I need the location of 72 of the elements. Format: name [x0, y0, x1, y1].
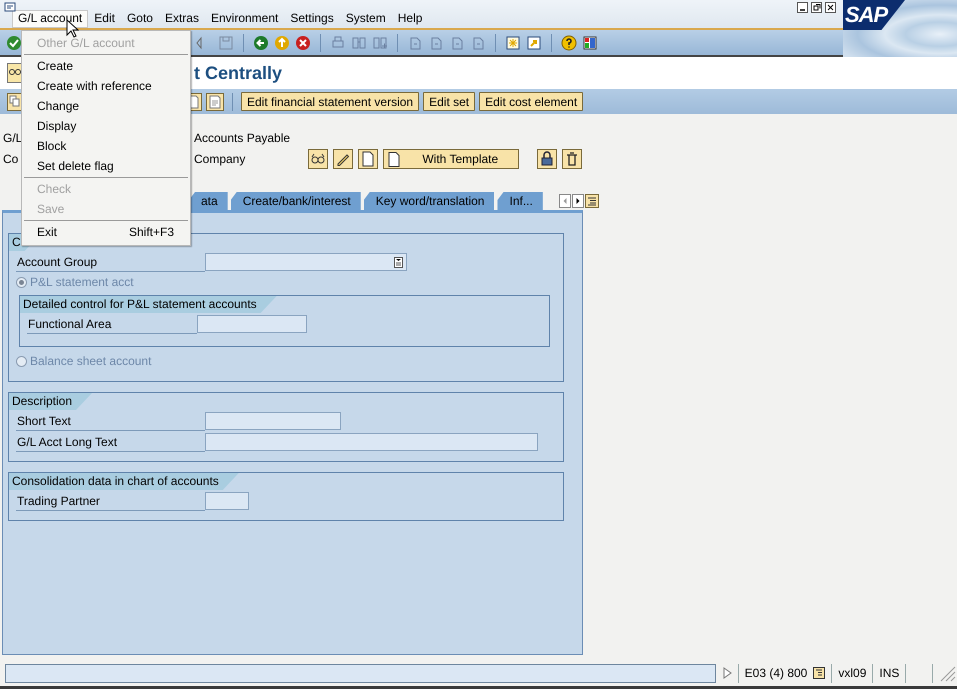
layout-icon[interactable]	[582, 34, 598, 50]
menu-item[interactable]: Edit	[88, 10, 121, 28]
sap-logo: SAP	[843, 0, 957, 57]
help-icon[interactable]	[561, 34, 577, 50]
input-mode: INS	[879, 664, 900, 682]
toolbar-button[interactable]: Edit cost element	[479, 92, 584, 111]
menu-item[interactable]: Help	[392, 10, 428, 28]
menu-option[interactable]: Set delete flag	[22, 156, 190, 176]
tab[interactable]: Inf...	[497, 192, 543, 210]
document-icon	[388, 152, 400, 166]
radio-label: Balance sheet account	[30, 354, 152, 368]
shortcut-icon[interactable]	[526, 34, 542, 50]
radio-label: P&L statement acct	[30, 275, 134, 289]
document-icon[interactable]	[358, 149, 378, 169]
menu-item[interactable]: Environment	[204, 10, 284, 28]
field-label: G/L Acct Long Text	[16, 432, 205, 452]
tab-list-icon[interactable]	[584, 194, 599, 208]
field-label: Functional Area	[27, 314, 197, 334]
glasses-icon[interactable]	[7, 63, 23, 83]
lock-icon[interactable]	[537, 149, 558, 169]
tab[interactable]: Key word/translation	[364, 192, 494, 210]
group-title: Detailed control for P&L statement accounts	[20, 296, 277, 313]
toolbar-button[interactable]: Edit financial statement version	[241, 92, 420, 111]
field-value: Accounts Payable	[194, 131, 290, 145]
menu-item[interactable]: G/L account	[12, 10, 88, 28]
minimize-icon[interactable]	[797, 2, 808, 13]
menu-option[interactable]: Block	[22, 136, 190, 156]
menu-item[interactable]: Extras	[158, 10, 205, 28]
triangle-icon[interactable]	[194, 34, 202, 50]
glasses-icon[interactable]	[308, 149, 328, 169]
dropdown-icon[interactable]	[394, 256, 403, 268]
system-info: E03 (4) 800	[744, 664, 808, 682]
page-title: t Centrally	[194, 62, 282, 84]
scroll-right-icon[interactable]	[572, 194, 584, 208]
expand-icon[interactable]	[722, 666, 732, 680]
template-button[interactable]: With Template	[383, 149, 520, 169]
input-field[interactable]	[205, 253, 407, 271]
input-field[interactable]	[205, 412, 341, 430]
info-icon[interactable]	[813, 667, 826, 679]
list-document-icon[interactable]	[206, 92, 224, 110]
restore-icon[interactable]	[811, 2, 822, 13]
new-session-icon[interactable]	[505, 34, 521, 50]
field-label: Co	[3, 152, 18, 166]
field-label: G/L	[3, 131, 22, 145]
copy-icon[interactable]	[7, 92, 23, 110]
menu-item[interactable]: Goto	[120, 10, 159, 28]
menu-option[interactable]: Change	[22, 96, 190, 116]
toolbar-button[interactable]: Edit set	[423, 92, 476, 111]
menu-item[interactable]: Settings	[284, 10, 340, 28]
input-field[interactable]	[205, 433, 538, 451]
enter-icon[interactable]	[6, 34, 22, 50]
field-value: Company	[194, 152, 246, 166]
menu-item[interactable]: System	[340, 10, 392, 28]
menu-option[interactable]: Display	[22, 116, 190, 136]
server-name: vxl09	[838, 664, 866, 682]
group-title: Description	[9, 393, 92, 410]
back-icon[interactable]	[253, 34, 269, 50]
field-label: Trading Partner	[16, 492, 205, 510]
group-title: Consolidation data in chart of accounts	[9, 473, 239, 490]
menu-option[interactable]: Create with reference	[22, 76, 190, 96]
field-label: Short Text	[16, 412, 205, 430]
tab[interactable]: Create/bank/interest	[230, 192, 361, 210]
field-label: Account Group	[16, 252, 205, 272]
close-icon[interactable]	[825, 2, 836, 13]
input-field[interactable]	[197, 315, 307, 333]
trash-icon[interactable]	[562, 149, 582, 169]
menu-option[interactable]: Create	[22, 56, 190, 76]
cancel-icon[interactable]	[295, 34, 311, 50]
tab[interactable]: ata	[189, 192, 228, 210]
window-menu-icon[interactable]	[4, 2, 16, 12]
input-field[interactable]	[205, 492, 249, 510]
pencil-icon[interactable]	[333, 149, 354, 169]
